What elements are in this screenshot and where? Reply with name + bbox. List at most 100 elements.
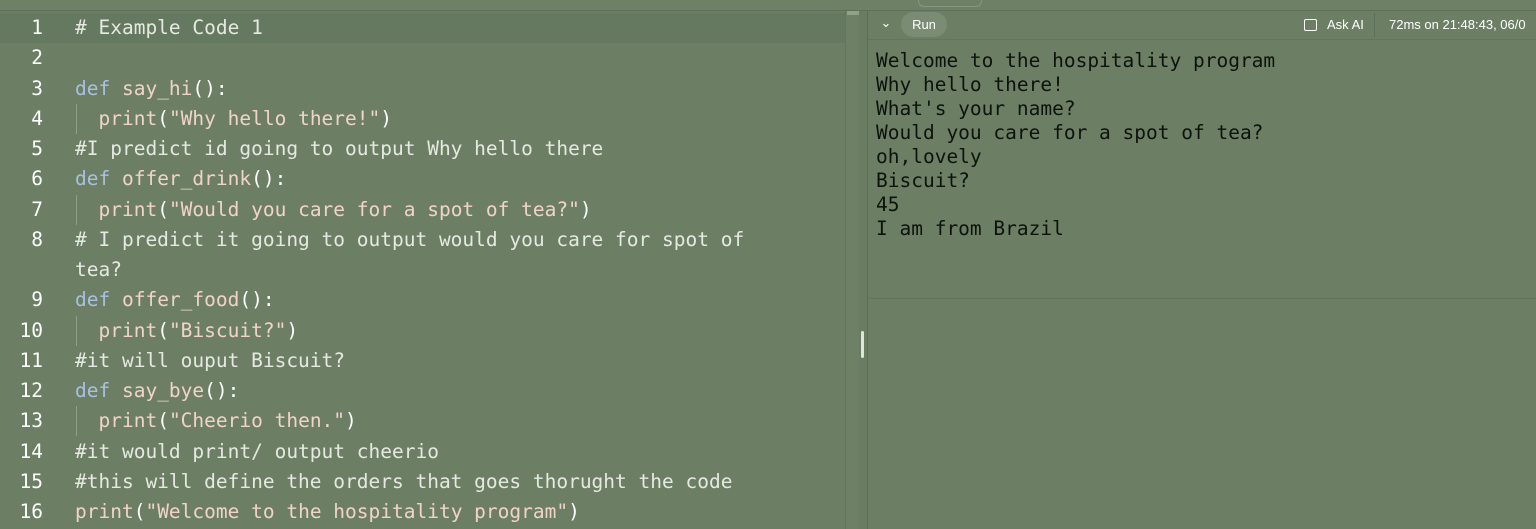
code-text: print("Cheerio then.") bbox=[75, 406, 357, 436]
code-token: print bbox=[75, 409, 158, 433]
code-token: def bbox=[75, 379, 111, 402]
code-line[interactable]: 14 #it would print/ output cheerio bbox=[0, 437, 845, 467]
line-number: 13 bbox=[19, 409, 43, 433]
run-button[interactable]: Run bbox=[901, 12, 947, 37]
code-text: print("Would you care for a spot of tea?… bbox=[75, 195, 592, 225]
pane-divider[interactable] bbox=[859, 11, 868, 529]
line-number: 10 bbox=[19, 318, 43, 342]
code-line[interactable]: 8 # I predict it going to output would yo… bbox=[0, 225, 845, 255]
code-line[interactable]: 16 print("Welcome to the hospitality prog… bbox=[0, 497, 845, 527]
code-token: def bbox=[75, 288, 111, 312]
code-token: #this will define the orders that goes t… bbox=[75, 469, 733, 493]
code-text: def offer_food(): bbox=[75, 285, 275, 315]
line-number: 1 bbox=[31, 16, 43, 39]
code-token: ) bbox=[568, 500, 580, 523]
code-token: ) bbox=[380, 106, 393, 130]
code-token: print bbox=[75, 318, 158, 342]
pane-resize-handle[interactable] bbox=[861, 331, 864, 358]
code-token: tea? bbox=[75, 258, 122, 281]
output-line: What's your name? bbox=[876, 97, 1076, 120]
code-line[interactable]: 2 bbox=[0, 43, 845, 73]
output-line: oh,lovely bbox=[876, 145, 982, 168]
code-line[interactable]: 4 print("Why hello there!") bbox=[0, 103, 845, 134]
code-token: #it will ouput Biscuit? bbox=[75, 348, 346, 372]
line-number: 3 bbox=[31, 76, 43, 100]
editor-scrollbar[interactable] bbox=[845, 11, 860, 529]
code-text: # Example Code 1 bbox=[75, 13, 263, 43]
code-token: ( bbox=[157, 318, 169, 342]
code-line[interactable]: 5 #I predict id going to output Why hello… bbox=[0, 134, 845, 164]
code-line[interactable]: 15 #this will define the orders that goes… bbox=[0, 467, 845, 497]
code-token: def bbox=[75, 76, 111, 100]
code-token: ) bbox=[345, 409, 357, 433]
code-text: #this will define the orders that goes t… bbox=[75, 467, 732, 497]
code-token: say_bye bbox=[110, 379, 205, 402]
chat-bubble-icon bbox=[1304, 19, 1317, 31]
line-number: 16 bbox=[19, 500, 43, 523]
code-line[interactable]: 11 #it will ouput Biscuit? bbox=[0, 346, 845, 376]
code-text: # I predict it going to output would you… bbox=[75, 225, 744, 255]
code-token: say_hi bbox=[110, 76, 193, 100]
output-line: Welcome to the hospitality program bbox=[876, 49, 1276, 72]
code-line[interactable]: 6 def offer_drink(): bbox=[0, 164, 845, 194]
code-token: "Would you care for a spot of tea?" bbox=[168, 197, 580, 221]
line-number: 6 bbox=[31, 167, 43, 191]
code-text: print("Welcome to the hospitality progra… bbox=[75, 497, 580, 527]
output-line: 45 bbox=[876, 193, 900, 216]
code-token: ( bbox=[133, 500, 146, 523]
line-number: 14 bbox=[19, 439, 43, 463]
code-line[interactable]: 9 def offer_food(): bbox=[0, 285, 845, 315]
output-line: Biscuit? bbox=[876, 169, 970, 192]
output-line: I am from Brazil bbox=[876, 217, 1064, 240]
ask-ai-button[interactable]: Ask AI bbox=[1304, 12, 1374, 37]
code-text: def say_bye(): bbox=[75, 376, 239, 406]
code-token: ) bbox=[579, 197, 592, 221]
code-line[interactable]: 13 print("Cheerio then.") bbox=[0, 406, 845, 437]
code-token: ( bbox=[157, 409, 169, 433]
code-token: #I predict id going to output Why hello … bbox=[75, 137, 604, 160]
editor-scrollbar-thumb[interactable] bbox=[847, 11, 859, 15]
line-number: 8 bbox=[31, 227, 43, 251]
console-header: ⌄ Run Ask AI 72ms on 21:48:43, 06/0 bbox=[868, 11, 1536, 40]
chevron-down-icon[interactable]: ⌄ bbox=[878, 15, 894, 33]
line-number: 12 bbox=[19, 379, 43, 402]
code-token: offer_drink bbox=[110, 167, 252, 191]
code-text: print("Why hello there!") bbox=[75, 104, 392, 134]
code-token: # I predict it going to output would you… bbox=[75, 227, 745, 251]
line-number: 5 bbox=[31, 137, 43, 160]
code-token: ( bbox=[157, 106, 169, 130]
code-line[interactable]: 7 print("Would you care for a spot of te… bbox=[0, 194, 845, 225]
code-token: (): bbox=[204, 379, 240, 402]
code-token: (): bbox=[192, 76, 228, 100]
output-line: Would you care for a spot of tea? bbox=[876, 121, 1264, 144]
code-text: def offer_drink(): bbox=[75, 164, 286, 194]
line-number: 4 bbox=[31, 106, 43, 130]
code-token: print bbox=[75, 500, 134, 523]
run-timing: 72ms on 21:48:43, 06/0 bbox=[1389, 17, 1526, 32]
code-text: print("Biscuit?") bbox=[75, 316, 298, 346]
code-line[interactable]: tea? bbox=[0, 255, 845, 285]
code-token: #it would print/ output cheerio bbox=[75, 439, 439, 463]
repl-workspace: 1 # Example Code 1 2 3 def say_hi(): 4 print(… bbox=[0, 0, 1536, 529]
code-token: print bbox=[75, 106, 158, 130]
code-token: (): bbox=[239, 288, 275, 312]
output-line: Why hello there! bbox=[876, 73, 1064, 96]
code-token: (): bbox=[251, 167, 287, 191]
line-number: 7 bbox=[31, 197, 43, 221]
line-number: 15 bbox=[19, 469, 43, 493]
top-tab-bar bbox=[0, 0, 1536, 11]
code-line[interactable]: 10 print("Biscuit?") bbox=[0, 315, 845, 346]
header-separator bbox=[1374, 13, 1375, 37]
code-token: # Example Code 1 bbox=[75, 16, 263, 39]
code-line[interactable]: 1 # Example Code 1 bbox=[0, 13, 845, 43]
top-tab[interactable] bbox=[918, 0, 982, 7]
code-line[interactable]: 12 def say_bye(): bbox=[0, 376, 845, 406]
code-line[interactable]: 3 def say_hi(): bbox=[0, 74, 845, 104]
code-text: tea? bbox=[75, 255, 122, 285]
line-number: 2 bbox=[31, 46, 43, 70]
console-pane: ⌄ Run Ask AI 72ms on 21:48:43, 06/0 Welc… bbox=[868, 11, 1536, 529]
console-separator bbox=[868, 298, 1536, 299]
code-editor[interactable]: 1 # Example Code 1 2 3 def say_hi(): 4 print(… bbox=[0, 11, 845, 529]
code-token: offer_food bbox=[110, 288, 240, 312]
code-token: "Cheerio then." bbox=[168, 409, 346, 433]
